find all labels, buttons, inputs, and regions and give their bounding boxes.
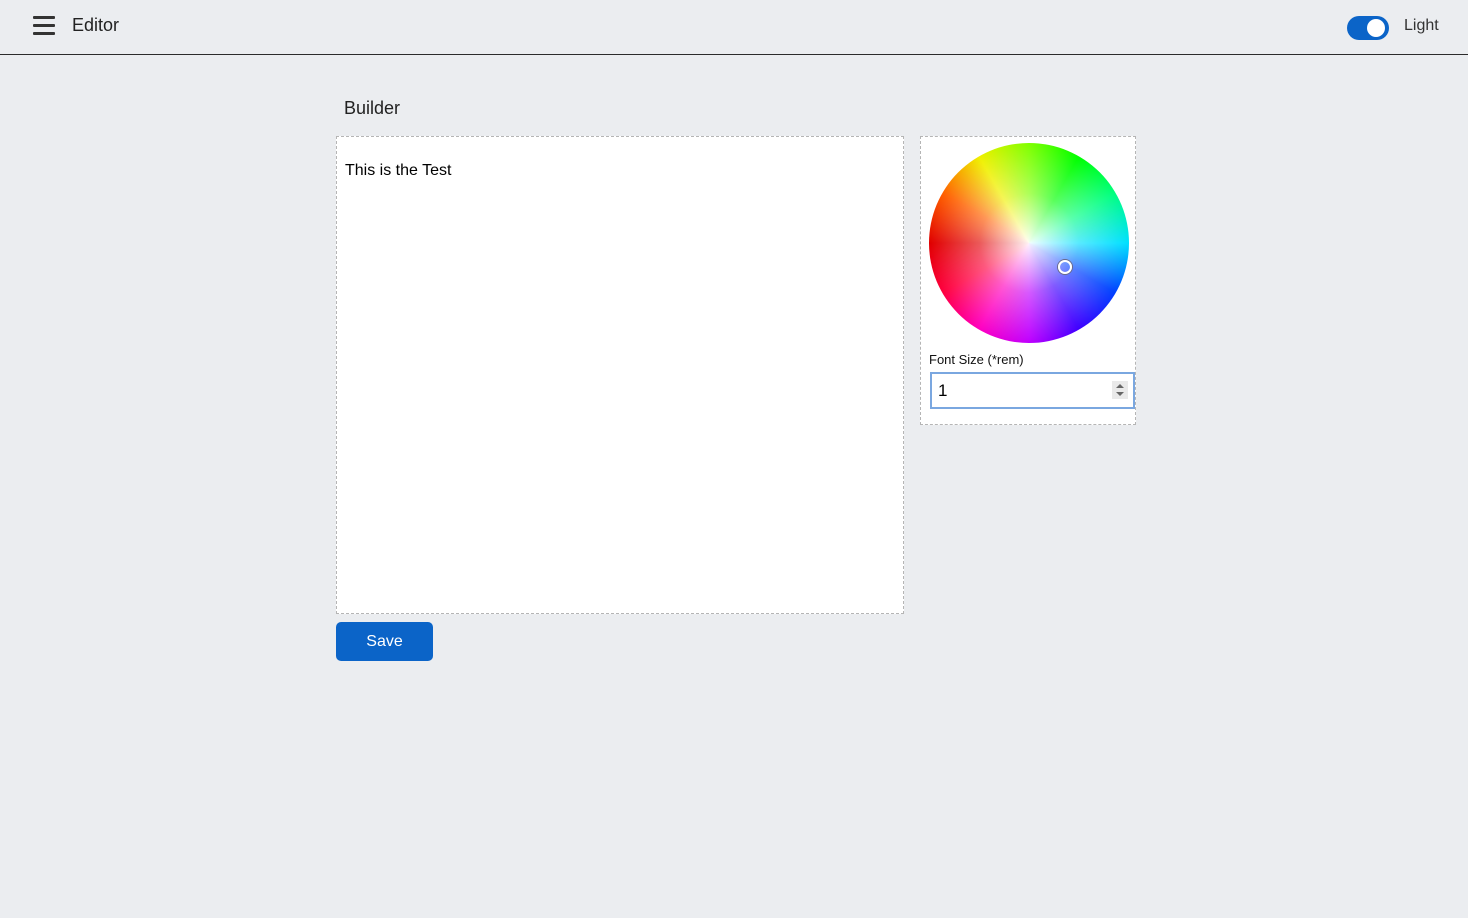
- color-wheel-saturation: [929, 143, 1129, 343]
- section-title: Builder: [344, 98, 401, 118]
- font-size-input[interactable]: [932, 374, 1102, 407]
- chevron-up-icon[interactable]: [1116, 384, 1124, 388]
- save-button[interactable]: Save: [336, 622, 433, 661]
- hamburger-menu-icon[interactable]: [33, 16, 55, 36]
- text-editor[interactable]: This is the Test: [336, 136, 904, 614]
- font-size-field: [930, 372, 1135, 409]
- theme-toggle[interactable]: [1347, 16, 1389, 40]
- top-bar: Editor Light: [0, 0, 1468, 55]
- font-size-stepper[interactable]: [1112, 381, 1128, 399]
- style-panel: Font Size (*rem): [920, 136, 1136, 425]
- font-size-label: Font Size (*rem): [929, 352, 1024, 367]
- app-title: Editor: [72, 15, 120, 35]
- color-picker-handle[interactable]: [1058, 260, 1072, 274]
- chevron-down-icon[interactable]: [1116, 392, 1124, 396]
- toggle-knob: [1367, 19, 1385, 37]
- color-wheel[interactable]: [929, 143, 1129, 343]
- theme-label: Light: [1404, 17, 1439, 34]
- editor-text: This is the Test: [345, 162, 452, 179]
